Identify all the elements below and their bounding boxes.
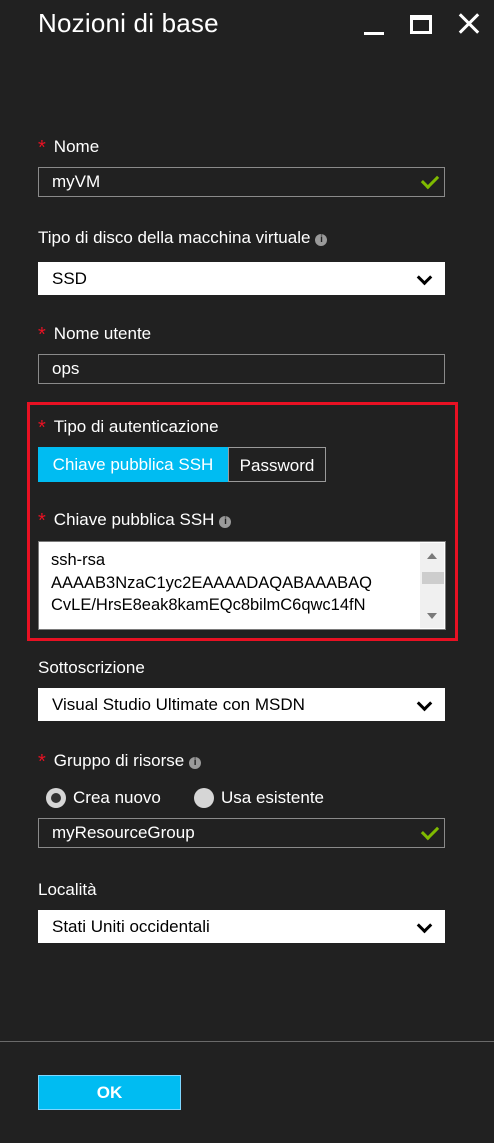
subscription-label: Sottoscrizione [38, 658, 145, 677]
username-label: * Nome utente [38, 322, 152, 346]
radio-use-existing-label: Usa esistente [221, 788, 324, 807]
info-icon[interactable]: i [189, 757, 202, 769]
auth-option-password[interactable]: Password [228, 447, 326, 482]
chevron-down-icon [416, 695, 433, 712]
required-marker: * [38, 751, 46, 773]
location-value: Stati Uniti occidentali [52, 917, 210, 936]
ok-button[interactable]: OK [38, 1075, 181, 1110]
valid-check-icon [420, 170, 440, 190]
minimize-icon[interactable] [360, 10, 388, 38]
name-input[interactable]: myVM [38, 167, 445, 197]
resource-group-label-text: Gruppo di risorse [53, 751, 185, 770]
location-label: Località [38, 880, 97, 899]
ssh-key-textarea[interactable]: ssh-rsa AAAAB3NzaC1yc2EAAAADAQABAAABAQ C… [38, 541, 446, 630]
ssh-key-text: ssh-rsa AAAAB3NzaC1yc2EAAAADAQABAAABAQ C… [51, 549, 419, 617]
disk-type-select[interactable]: SSD [38, 262, 445, 295]
disk-type-value: SSD [52, 269, 87, 288]
scroll-down-icon[interactable] [427, 613, 437, 619]
info-icon[interactable]: i [219, 516, 232, 528]
username-value: ops [52, 359, 80, 378]
title-bar: Nozioni di base [0, 0, 494, 60]
disk-type-label: Tipo di disco della macchina virtuale i [38, 228, 328, 248]
subscription-value: Visual Studio Ultimate con MSDN [52, 695, 305, 714]
required-marker: * [38, 324, 46, 346]
auth-option-ssh[interactable]: Chiave pubblica SSH [38, 447, 228, 482]
scroll-thumb[interactable] [422, 572, 444, 584]
name-value: myVM [52, 172, 101, 191]
disk-type-label-text: Tipo di disco della macchina virtuale [38, 228, 311, 247]
ssh-key-label: * Chiave pubblica SSH i [38, 508, 232, 532]
subscription-select[interactable]: Visual Studio Ultimate con MSDN [38, 688, 445, 721]
radio-unselected-icon[interactable] [194, 788, 214, 808]
blade-title: Nozioni di base [38, 8, 219, 38]
valid-check-icon [420, 821, 440, 841]
username-input[interactable]: ops [38, 354, 445, 384]
ssh-key-line: AAAAB3NzaC1yc2EAAAADAQABAAABAQ [51, 573, 372, 592]
ssh-key-line: CvLE/HrsE8eak8kamEQc8bilmC6qwc14fN [51, 596, 366, 614]
scrollbar[interactable] [420, 543, 444, 628]
name-label: * Nome [38, 135, 100, 159]
ssh-key-label-text: Chiave pubblica SSH [53, 510, 215, 529]
location-select[interactable]: Stati Uniti occidentali [38, 910, 445, 943]
required-marker: * [38, 137, 46, 159]
scroll-up-icon[interactable] [427, 553, 437, 559]
ssh-key-line: ssh-rsa [51, 551, 106, 569]
name-label-text: Nome [53, 137, 100, 156]
required-marker: * [38, 510, 46, 532]
chevron-down-icon [416, 269, 433, 286]
radio-create-new-label: Crea nuovo [73, 788, 161, 807]
username-label-text: Nome utente [53, 324, 152, 343]
resource-group-input[interactable]: myResourceGroup [38, 818, 445, 848]
info-icon[interactable]: i [315, 234, 328, 246]
chevron-down-icon [416, 917, 433, 934]
footer-divider [0, 1041, 494, 1042]
resource-group-value: myResourceGroup [52, 823, 195, 842]
resource-group-label: * Gruppo di risorse i [38, 749, 202, 773]
auth-type-label-text: Tipo di autenticazione [53, 417, 219, 436]
radio-selected-icon[interactable] [46, 788, 66, 808]
required-marker: * [38, 417, 46, 439]
close-icon[interactable] [455, 10, 483, 38]
maximize-icon[interactable] [407, 10, 435, 38]
auth-type-label: * Tipo di autenticazione [38, 415, 219, 439]
